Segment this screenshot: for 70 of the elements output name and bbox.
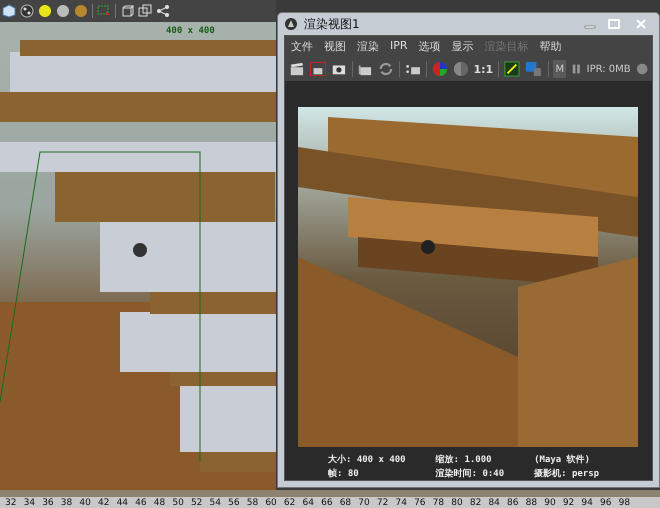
status-dot-icon [636,62,648,76]
frame-tick-label: 34 [24,498,36,508]
menu-item[interactable]: 帮助 [540,39,562,54]
frame-tick-label: 48 [154,498,166,508]
menu-item[interactable]: IPR [390,39,408,54]
cube-icon[interactable] [2,4,16,18]
frame-tick-label: 74 [395,498,408,508]
textured-sphere-icon[interactable] [74,4,88,18]
render-time-label: 渲染时间: 0:40 [436,467,504,480]
frame-tick-label: 70 [358,498,371,508]
frame-tick-label: 94 [581,498,594,508]
frame-tick-label: 62 [284,498,296,508]
overlapping-squares-icon[interactable] [138,4,152,18]
frame-tick-label: 56 [228,498,241,508]
frame-tick-label: 58 [246,498,260,508]
frame-tick-label: 38 [60,498,74,508]
menu-item[interactable]: 渲染 [357,39,379,54]
frame-tick-label: 80 [451,498,464,508]
frame-tick-label: 52 [190,498,204,508]
shaded-sphere-icon[interactable] [56,4,70,18]
menu-item[interactable]: 视图 [324,39,346,54]
renderer-label: (Maya 软件) [534,454,592,466]
pause-icon[interactable] [571,62,582,76]
ipr-toggle-button[interactable]: M [553,60,566,78]
light-sphere-icon[interactable] [38,4,52,18]
frame-tick-label: 42 [98,498,110,508]
frame-tick-label: 46 [135,498,148,508]
frame-tick-label: 68 [340,498,352,508]
share-nodes-icon[interactable] [156,4,170,18]
frame-tick-label: 44 [116,498,130,508]
image-size-label: 大小: 400 x 400 [328,453,406,466]
frame-tick-label: 66 [321,498,334,508]
app-icon [284,17,298,31]
half-shaded-circle-icon[interactable] [452,60,468,78]
checker-sphere-icon[interactable] [20,4,34,18]
frame-tick-label: 40 [79,498,92,508]
frame-tick-label: 88 [526,498,538,508]
wireframe-cube-icon[interactable] [120,4,134,18]
frame-tick-label: 76 [414,498,427,508]
frame-tick-label: 72 [376,498,390,508]
camera-label: 摄影机: persp [534,468,600,480]
frame-tick-label: 54 [210,498,222,508]
frame-tick-label: 86 [507,498,520,508]
frame-tick-label: 32 [5,498,18,508]
refresh-icon[interactable] [378,61,394,77]
select-region-icon[interactable] [97,4,111,18]
menu-item[interactable]: 显示 [452,39,474,54]
frame-tick-label: 60 [265,498,278,508]
real-size-button[interactable]: 1:1 [474,62,494,76]
menu-item[interactable]: 选项 [418,39,441,54]
frame-tick-label: 82 [470,498,482,508]
clapperboard-region-icon[interactable] [310,61,326,77]
frame-tick-label: 98 [618,498,632,508]
frame-tick-label: 78 [432,498,446,508]
frame-tick-label: 84 [488,498,501,508]
rgb-circle-icon[interactable] [432,60,448,78]
window-title: 渲染视图1 [304,16,360,32]
menu-item[interactable]: 文件 [291,39,313,54]
snapshot-frame-icon[interactable] [504,60,520,78]
frame-tick-label: 64 [302,498,315,508]
frame-tick-label: 92 [562,498,576,508]
frame-tick-label: 90 [544,498,557,508]
frame-tick-label: 50 [172,498,185,508]
resolution-gate-label: 400 x 400 [166,26,215,36]
frame-tick-label: 96 [600,498,612,508]
ipr-memory-label: IPR: 0MB [586,64,631,74]
frame-label: 帧: 80 [328,467,360,480]
frame-tick-label: 36 [42,498,55,508]
zoom-label: 缩放: 1.000 [436,453,493,466]
clapperboard-icon[interactable] [289,61,305,77]
